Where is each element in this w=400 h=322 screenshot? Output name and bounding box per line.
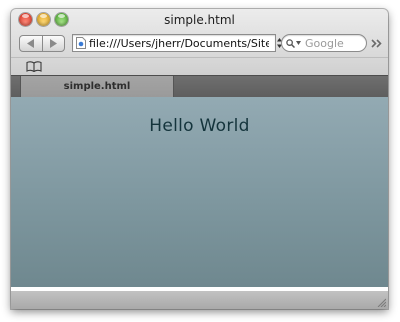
bookmarks-book-icon[interactable] [26, 61, 42, 72]
bookmarks-bar [11, 57, 388, 75]
search-icon [286, 38, 295, 48]
status-bar [11, 287, 388, 309]
toolbar [11, 31, 388, 57]
tab-simple-html[interactable]: simple.html [20, 76, 174, 97]
page-content: Hello World [11, 97, 388, 287]
url-input[interactable] [89, 36, 269, 50]
browser-window: simple.html file:///Users/jherr/Document… [11, 9, 388, 309]
forward-arrow-icon [50, 39, 58, 48]
toolbar-overflow-chevron-icon[interactable] [371, 39, 382, 48]
title-bar[interactable]: simple.html [11, 9, 388, 31]
back-button[interactable] [20, 36, 42, 51]
page-heading: Hello World [149, 116, 250, 136]
search-field[interactable] [281, 34, 367, 52]
address-bar[interactable] [72, 34, 276, 52]
forward-button[interactable] [41, 36, 65, 51]
window-title: simple.html [164, 13, 235, 27]
nav-buttons [19, 35, 65, 52]
status-bar-band [11, 291, 388, 309]
tab-strip: simple.html [11, 75, 388, 97]
page-icon [76, 37, 86, 49]
search-input[interactable] [305, 36, 365, 50]
search-options-chevron-icon[interactable] [296, 41, 301, 45]
browser-chrome: simple.html file:///Users/jherr/Document… [11, 9, 388, 97]
back-arrow-icon [26, 39, 34, 48]
resize-grip-icon[interactable] [376, 297, 386, 307]
